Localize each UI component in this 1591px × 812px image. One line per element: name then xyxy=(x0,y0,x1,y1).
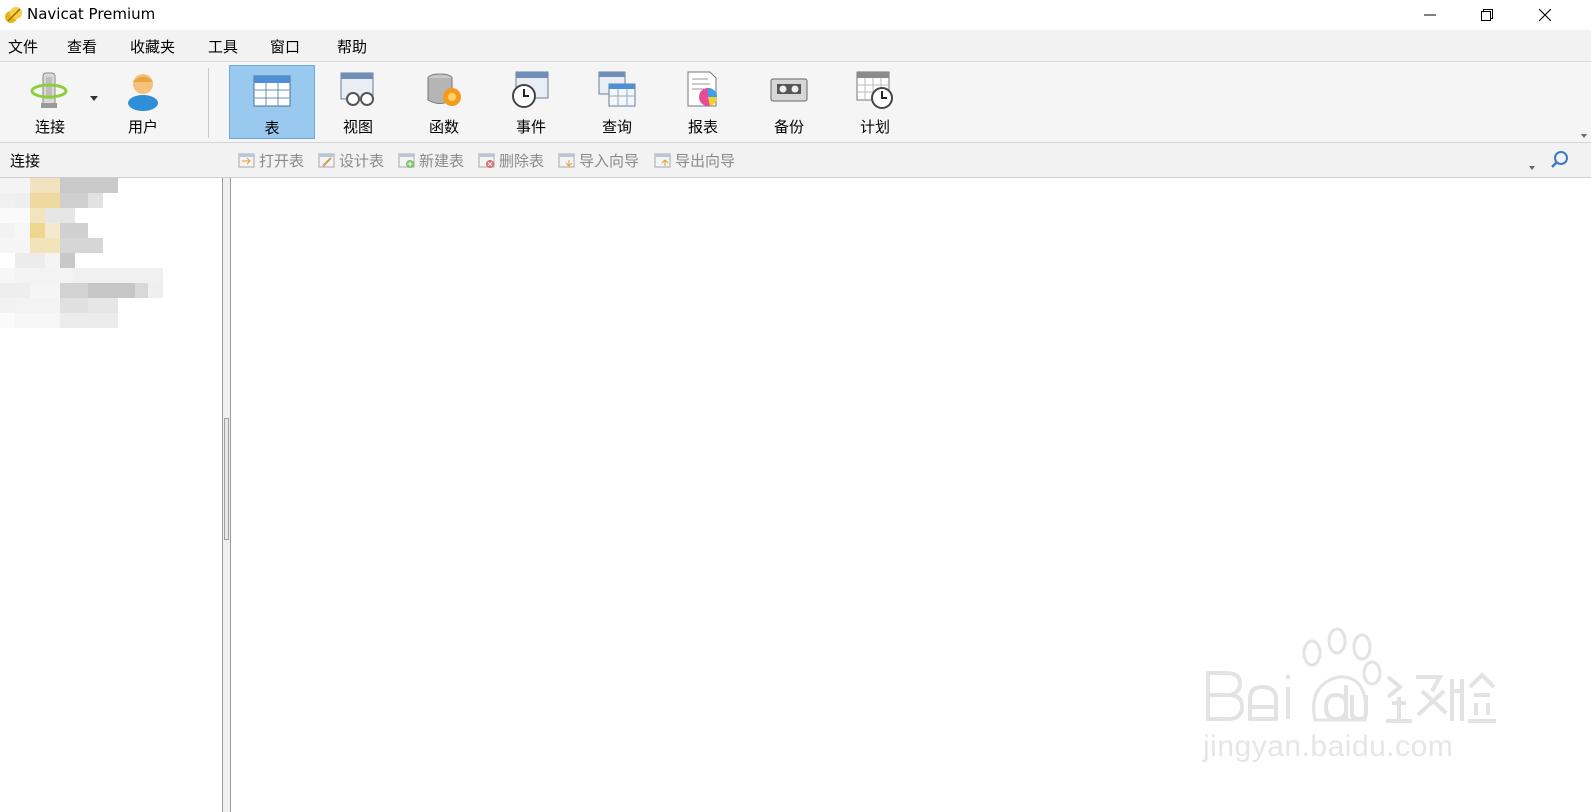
open-table-label: 打开表 xyxy=(259,151,305,170)
close-button[interactable] xyxy=(1522,0,1568,30)
delete-table-button[interactable]: 删除表 xyxy=(478,150,544,170)
connection-icon xyxy=(30,72,68,108)
function-icon xyxy=(427,73,461,106)
new-table-button[interactable]: 新建表 xyxy=(398,150,464,170)
delete-table-icon xyxy=(478,153,495,168)
function-label: 函数 xyxy=(428,118,459,136)
menu-favorites[interactable]: 收藏夹 xyxy=(130,36,175,57)
window-title: Navicat Premium xyxy=(27,5,156,23)
title-bar: Navicat Premium xyxy=(0,0,1591,30)
object-toolbar: 连接 打开表 设计表 新建表 删除表 导入向导 导出向导 xyxy=(0,143,1591,178)
backup-icon xyxy=(770,78,808,102)
restore-icon xyxy=(1481,9,1493,21)
schedule-icon xyxy=(856,71,893,109)
minimize-button[interactable] xyxy=(1407,0,1453,30)
table-icon xyxy=(253,75,291,107)
connection-label: 连接 xyxy=(34,118,65,136)
event-button[interactable]: 事件 xyxy=(488,65,574,139)
delete-table-label: 删除表 xyxy=(499,151,545,170)
query-icon xyxy=(598,71,636,107)
search-icon[interactable] xyxy=(1550,150,1570,170)
menu-view[interactable]: 查看 xyxy=(67,36,97,57)
panel-splitter[interactable] xyxy=(223,178,231,812)
close-icon xyxy=(1539,9,1551,21)
function-button[interactable]: 函数 xyxy=(401,65,487,139)
view-button[interactable]: 视图 xyxy=(315,65,401,139)
schedule-label: 计划 xyxy=(859,118,890,136)
menu-tools[interactable]: 工具 xyxy=(208,36,238,57)
minimize-icon xyxy=(1424,14,1436,16)
baidu-jingyan-watermark xyxy=(1206,627,1496,723)
restore-button[interactable] xyxy=(1464,0,1510,30)
connection-dropdown-arrow[interactable] xyxy=(90,96,98,101)
export-wizard-label: 导出向导 xyxy=(675,151,736,170)
view-label: 视图 xyxy=(342,118,373,136)
table-button[interactable]: 表 xyxy=(229,65,315,139)
event-label: 事件 xyxy=(515,118,546,136)
open-table-icon xyxy=(238,153,255,167)
report-label: 报表 xyxy=(687,118,718,136)
connection-tree[interactable] xyxy=(0,178,223,812)
navicat-logo-icon xyxy=(5,7,22,23)
import-wizard-label: 导入向导 xyxy=(579,151,640,170)
event-icon xyxy=(512,71,549,108)
user-icon xyxy=(128,74,158,111)
report-icon xyxy=(687,71,718,107)
object-toolbar-dropdown-arrow[interactable] xyxy=(1529,166,1535,170)
import-wizard-icon xyxy=(558,153,575,167)
export-wizard-icon xyxy=(654,153,671,167)
toolbar-overflow-arrow[interactable] xyxy=(1581,134,1587,138)
backup-label: 备份 xyxy=(773,118,804,136)
connection-panel-title: 连接 xyxy=(10,152,41,170)
design-table-label: 设计表 xyxy=(339,151,385,170)
design-table-button[interactable]: 设计表 xyxy=(318,150,384,170)
open-table-button[interactable]: 打开表 xyxy=(238,150,304,170)
query-button[interactable]: 查询 xyxy=(574,65,660,139)
design-table-icon xyxy=(318,153,335,167)
blurred-connection-list xyxy=(0,178,163,328)
menu-bar: 文件 查看 收藏夹 工具 窗口 帮助 xyxy=(0,30,1591,62)
connection-button[interactable]: 连接 xyxy=(7,65,93,139)
main-toolbar: 连接 用户 表 视图 函数 事件 查询 报表 备份 计划 xyxy=(0,62,1591,143)
menu-window[interactable]: 窗口 xyxy=(270,36,300,57)
schedule-button[interactable]: 计划 xyxy=(832,65,918,139)
menu-help[interactable]: 帮助 xyxy=(337,36,367,57)
report-button[interactable]: 报表 xyxy=(660,65,746,139)
splitter-grip[interactable] xyxy=(224,418,229,540)
user-label: 用户 xyxy=(127,118,158,136)
import-wizard-button[interactable]: 导入向导 xyxy=(558,150,639,170)
new-table-label: 新建表 xyxy=(419,151,465,170)
toolbar-separator xyxy=(208,68,209,138)
watermark-url: jingyan.baidu.com xyxy=(1203,730,1454,763)
backup-button[interactable]: 备份 xyxy=(746,65,832,139)
query-label: 查询 xyxy=(601,118,632,136)
user-button[interactable]: 用户 xyxy=(100,65,186,139)
export-wizard-button[interactable]: 导出向导 xyxy=(654,150,735,170)
view-icon xyxy=(340,72,374,106)
table-label: 表 xyxy=(264,119,280,137)
menu-file[interactable]: 文件 xyxy=(8,36,38,57)
new-table-icon xyxy=(398,153,415,168)
